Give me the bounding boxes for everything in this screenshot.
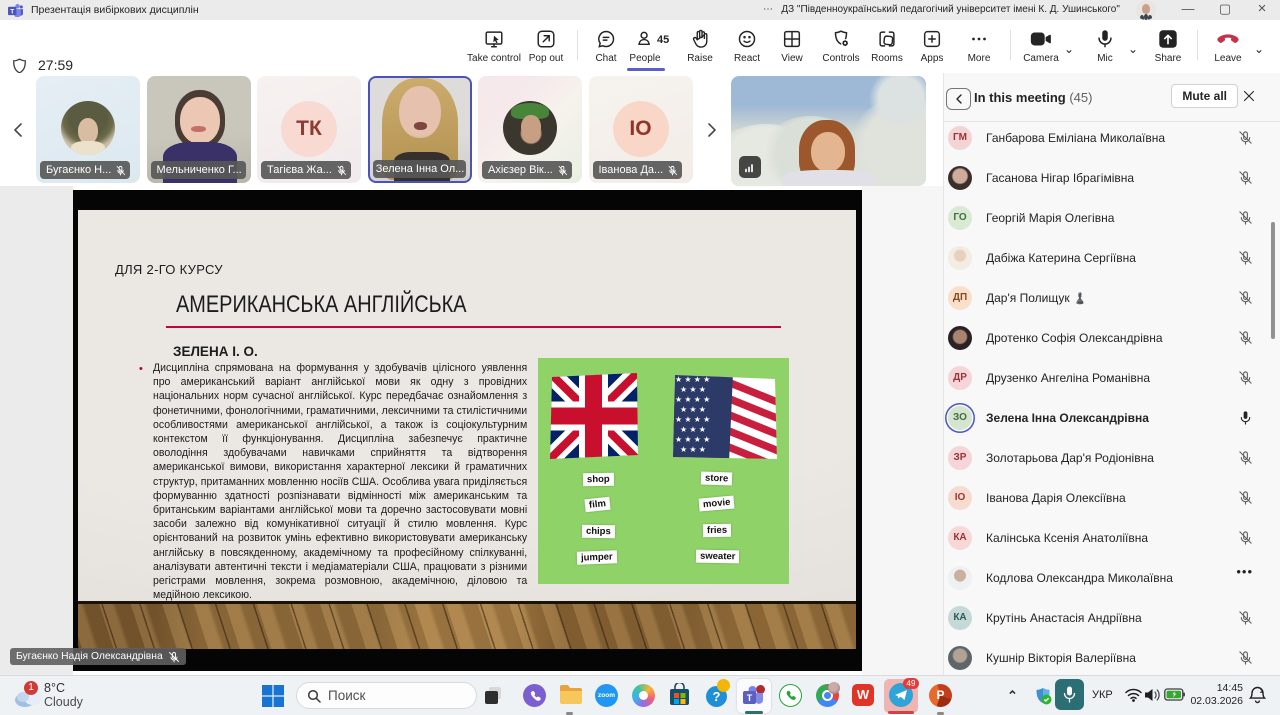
svg-text:T: T xyxy=(747,693,753,703)
svg-text:T: T xyxy=(10,8,14,15)
svg-text:★ ★ ★: ★ ★ ★ xyxy=(680,425,706,434)
svg-text:★ ★ ★ ★: ★ ★ ★ ★ xyxy=(675,435,710,444)
svg-text:z: z xyxy=(1260,689,1263,695)
svg-text:★ ★ ★ ★: ★ ★ ★ ★ xyxy=(675,375,710,384)
svg-text:★ ★ ★: ★ ★ ★ xyxy=(680,385,706,394)
svg-text:★ ★ ★: ★ ★ ★ xyxy=(680,405,706,414)
svg-text:★ ★ ★ ★: ★ ★ ★ ★ xyxy=(675,415,710,424)
svg-text:★ ★ ★ ★: ★ ★ ★ ★ xyxy=(675,395,710,404)
svg-text:★ ★ ★: ★ ★ ★ xyxy=(680,445,706,454)
